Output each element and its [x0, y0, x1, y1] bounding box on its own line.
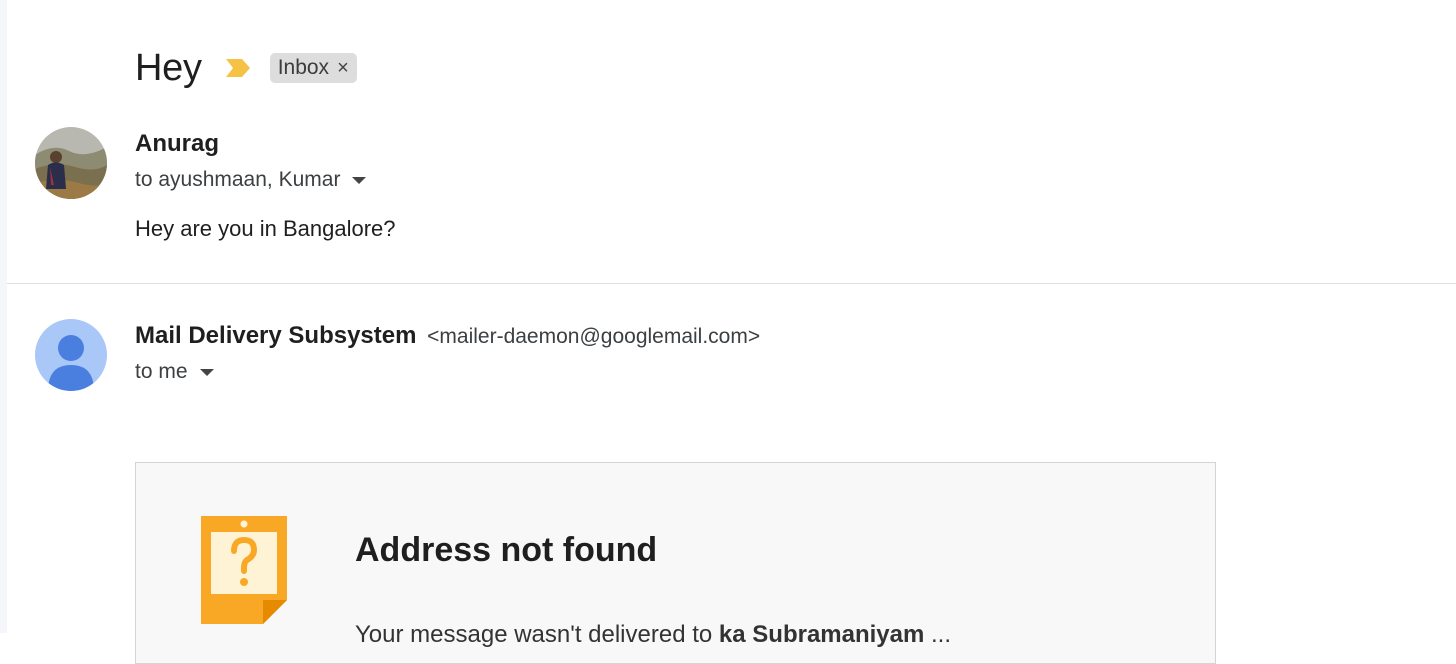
default-person-icon: [48, 335, 94, 391]
bounce-recipient: ka Subramaniyam: [718, 621, 925, 648]
avatar-default[interactable]: [35, 319, 107, 391]
recipients-text: to me: [135, 360, 188, 383]
message-divider: [7, 283, 1456, 284]
bounce-text: Your message wasn't delivered to ka Subr…: [355, 621, 951, 649]
recipients-text: to ayushmaan, Kumar: [135, 168, 341, 191]
remove-label-icon[interactable]: ×: [337, 58, 349, 78]
sender-name-row[interactable]: Mail Delivery Subsystem <mailer-daemon@g…: [135, 322, 760, 350]
profile-photo-icon: [35, 127, 107, 199]
message-body: Hey are you in Bangalore?: [135, 216, 396, 241]
left-edge-strip: [0, 0, 7, 633]
label-chip-text: Inbox: [277, 56, 330, 79]
bounce-text-start: Your message wasn't delivered to: [355, 621, 713, 648]
bounce-text-end: ...: [931, 621, 952, 648]
subject-row: Hey Inbox ×: [135, 42, 357, 94]
bounce-title: Address not found: [355, 531, 658, 569]
chevron-down-icon: [199, 368, 214, 376]
recipients-toggle[interactable]: to me: [135, 360, 214, 384]
sender-email: <mailer-daemon@googlemail.com>: [427, 325, 761, 348]
avatar-anurag[interactable]: [35, 127, 107, 199]
sender-name: Mail Delivery Subsystem: [135, 322, 417, 349]
label-chip-inbox[interactable]: Inbox ×: [269, 53, 357, 83]
bounce-notice: Address not found Your message wasn't de…: [135, 462, 1216, 664]
question-note-icon: [201, 516, 287, 624]
important-icon[interactable]: [225, 59, 250, 77]
recipients-toggle[interactable]: to ayushmaan, Kumar: [135, 168, 367, 192]
sender-name[interactable]: Anurag: [135, 130, 219, 158]
thread-subject: Hey: [135, 46, 202, 89]
chevron-down-icon: [352, 176, 367, 184]
